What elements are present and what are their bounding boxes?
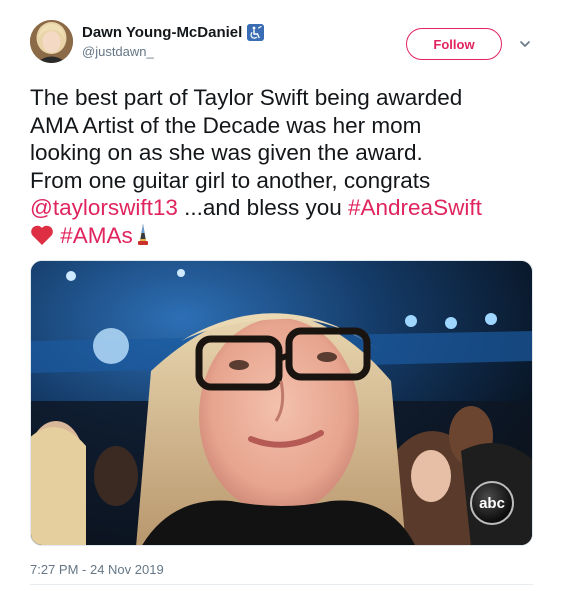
author-name-text[interactable]: Dawn Young-McDaniel	[82, 24, 242, 41]
hashtag-link[interactable]: #AndreaSwift	[348, 195, 482, 220]
author-handle[interactable]: @justdawn_	[82, 44, 154, 59]
tweet-text-line: looking on as she was given the award.	[30, 140, 423, 165]
tweet-text-line: #AMAs	[30, 222, 540, 250]
trophy-icon	[135, 223, 151, 247]
author-display-name[interactable]: Dawn Young-McDaniel	[82, 24, 265, 41]
tweet-card: Dawn Young-McDaniel @justdawn_ Follow Th…	[0, 0, 563, 591]
mention-link[interactable]: @taylorswift13	[30, 195, 178, 220]
tweet-text-line: The best part of Taylor Swift being awar…	[30, 85, 463, 110]
follow-button[interactable]: Follow	[406, 28, 502, 60]
tweet-text-fragment: ...and bless you	[177, 195, 348, 220]
tweet-text-line: @taylorswift13 ...and bless you #AndreaS…	[30, 194, 540, 222]
broadcaster-logo: abc	[470, 481, 514, 525]
tweet-timestamp[interactable]: 7:27 PM - 24 Nov 2019	[30, 562, 164, 577]
wheelchair-accessibility-icon	[247, 24, 265, 41]
hashtag-link[interactable]: #AMAs	[60, 223, 133, 248]
tweet-text: The best part of Taylor Swift being awar…	[30, 84, 540, 249]
avatar[interactable]	[30, 20, 73, 63]
heart-icon	[30, 224, 54, 246]
chevron-down-icon[interactable]	[517, 36, 533, 52]
tweet-text-line: AMA Artist of the Decade was her mom	[30, 112, 422, 138]
divider	[30, 584, 533, 585]
tweet-text-line: From one guitar girl to another, congrat…	[30, 167, 431, 193]
tweet-media-photo[interactable]: abc	[30, 260, 533, 546]
